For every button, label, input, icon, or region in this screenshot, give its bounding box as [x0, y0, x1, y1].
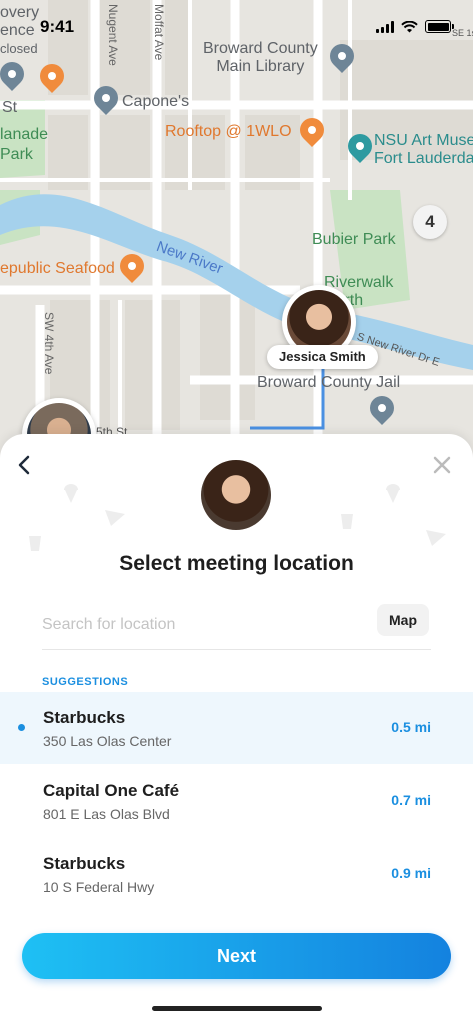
back-icon[interactable]	[12, 452, 38, 478]
place-distance: 0.9 mi	[391, 865, 431, 881]
location-sheet: Select meeting location Search for locat…	[0, 434, 473, 1024]
place-address: 10 S Federal Hwy	[43, 879, 155, 895]
search-field[interactable]: Search for location Map	[42, 600, 431, 650]
ice-cream-icon	[64, 484, 78, 503]
place-name: Starbucks	[43, 708, 126, 727]
selected-indicator	[18, 724, 25, 731]
status-bar: 9:41	[0, 0, 473, 44]
wifi-icon	[401, 21, 418, 33]
drink-icon	[341, 514, 353, 529]
signal-icon	[376, 21, 394, 33]
map-label-jail: Broward County Jail	[257, 374, 401, 391]
map-label-st: St	[2, 99, 18, 116]
pizza-icon	[105, 510, 125, 526]
place-distance: 0.5 mi	[391, 719, 431, 735]
map-label-library: Broward County Main Library	[203, 40, 318, 75]
map-label-nsu-art: NSU Art Museu Fort Lauderda	[374, 132, 473, 167]
map-label-capones: Capone's	[122, 93, 190, 110]
home-indicator[interactable]	[152, 1006, 322, 1011]
pizza-icon	[426, 530, 446, 546]
close-icon[interactable]	[431, 454, 453, 476]
status-time: 9:41	[40, 17, 75, 36]
map-label-republic: epublic Seafood	[0, 260, 115, 277]
place-name: Starbucks	[43, 854, 126, 873]
place-address: 350 Las Olas Center	[43, 733, 172, 749]
suggestions-header: SUGGESTIONS	[42, 676, 129, 688]
avatar	[201, 460, 271, 530]
list-item[interactable]: Starbucks 350 Las Olas Center 0.5 mi	[0, 692, 473, 764]
drink-icon	[29, 536, 41, 551]
battery-icon	[425, 20, 454, 33]
list-item[interactable]: Capital One Café 801 E Las Olas Blvd 0.7…	[0, 765, 473, 837]
map-label-sw4th: SW 4th Ave	[42, 312, 56, 375]
ice-cream-icon	[386, 484, 400, 503]
search-input[interactable]: Search for location	[42, 616, 175, 634]
place-name: Capital One Café	[43, 781, 180, 800]
list-item[interactable]: Starbucks 10 S Federal Hwy 0.9 mi	[0, 838, 473, 910]
map-button[interactable]: Map	[377, 604, 429, 636]
place-address: 801 E Las Olas Blvd	[43, 806, 170, 822]
map-label-bubier: Bubier Park	[312, 231, 396, 248]
map-view[interactable]: overy ence closed St lanade Park Nugent …	[0, 0, 473, 460]
map-label-park: Park	[0, 146, 33, 163]
map-label-rooftop: Rooftop @ 1WLO	[165, 123, 292, 140]
user-name-tag: Jessica Smith	[267, 345, 378, 369]
map-label-esplanade: lanade	[0, 126, 49, 143]
page-title: Select meeting location	[119, 552, 354, 575]
cluster-marker[interactable]: 4	[413, 205, 447, 239]
next-button[interactable]: Next	[22, 933, 451, 979]
place-distance: 0.7 mi	[391, 792, 431, 808]
